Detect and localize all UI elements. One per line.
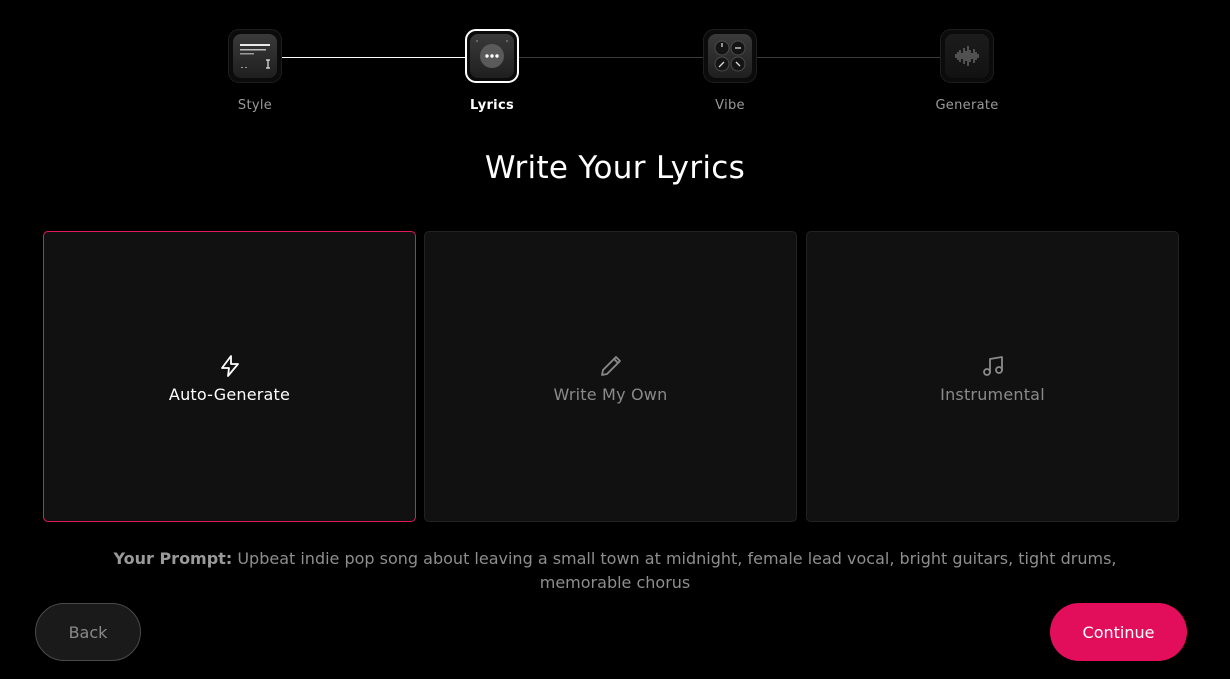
step-style-badge (228, 29, 282, 83)
progress-stepper: Style Lyrics Vibe Generate (0, 29, 1230, 124)
option-instrumental-label: Instrumental (940, 384, 1045, 404)
prompt-summary: Your Prompt: Upbeat indie pop song about… (110, 547, 1120, 595)
step-vibe[interactable]: Vibe (675, 29, 785, 113)
pencil-icon (600, 355, 621, 376)
text-lines-icon (240, 44, 270, 69)
continue-button[interactable]: Continue (1050, 603, 1187, 661)
option-write-my-own-label: Write My Own (553, 384, 668, 404)
step-lyrics-label: Lyrics (470, 98, 514, 113)
back-button[interactable]: Back (35, 603, 141, 661)
step-lyrics[interactable]: Lyrics (437, 29, 547, 113)
step-style[interactable]: Style (200, 29, 310, 113)
lyrics-step-page: Style Lyrics Vibe Generate Write Your Ly… (0, 0, 1230, 679)
music-note-icon (982, 355, 1003, 376)
step-vibe-label: Vibe (715, 98, 745, 113)
step-generate[interactable]: Generate (912, 29, 1022, 113)
option-write-my-own[interactable]: Write My Own (424, 231, 797, 522)
knobs-icon (714, 40, 746, 72)
prompt-text: Upbeat indie pop song about leaving a sm… (237, 549, 1117, 592)
step-style-label: Style (237, 98, 273, 113)
option-instrumental[interactable]: Instrumental (806, 231, 1179, 522)
step-vibe-badge (703, 29, 757, 83)
prompt-label: Your Prompt: (113, 549, 233, 568)
option-auto-generate[interactable]: Auto-Generate (43, 231, 416, 522)
step-generate-label: Generate (935, 98, 999, 113)
option-auto-generate-label: Auto-Generate (168, 384, 291, 404)
page-title: Write Your Lyrics (484, 150, 746, 186)
waveform-icon (955, 46, 979, 66)
step-lyrics-badge (465, 29, 519, 83)
step-generate-badge (940, 29, 994, 83)
chat-bubble-icon (476, 40, 508, 68)
lightning-bolt-icon (220, 354, 239, 377)
